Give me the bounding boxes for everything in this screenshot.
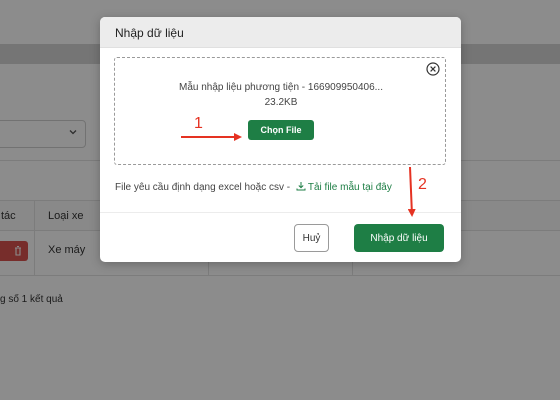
annotation-number-2: 2: [418, 176, 427, 193]
cancel-button[interactable]: Huỷ: [294, 224, 329, 252]
modal-title: Nhập dữ liệu: [115, 26, 184, 40]
download-template-label[interactable]: Tải file mẫu tại đây: [308, 182, 392, 193]
modal-header: Nhập dữ liệu: [100, 17, 461, 48]
download-icon: [296, 182, 306, 191]
import-modal: Nhập dữ liệu Mẫu nhập liệu phương tiện -…: [100, 17, 461, 262]
file-format-hint: File yêu cầu định dạng excel hoặc csv -: [115, 182, 291, 193]
annotation-number-1: 1: [194, 115, 203, 132]
import-data-button[interactable]: Nhập dữ liệu: [354, 224, 444, 252]
file-name: Mẫu nhập liệu phương tiện - 166909950406…: [179, 82, 383, 93]
file-dropzone[interactable]: Mẫu nhập liệu phương tiện - 166909950406…: [114, 57, 446, 165]
footer-divider: [100, 212, 461, 213]
download-template-link[interactable]: Tải file mẫu tại đây: [293, 182, 392, 193]
close-circle-icon[interactable]: [426, 62, 440, 76]
choose-file-button[interactable]: Chọn File: [248, 120, 314, 140]
file-size: 23.2KB: [264, 97, 298, 108]
file-hint-row: File yêu cầu định dạng excel hoặc csv - …: [115, 181, 392, 193]
